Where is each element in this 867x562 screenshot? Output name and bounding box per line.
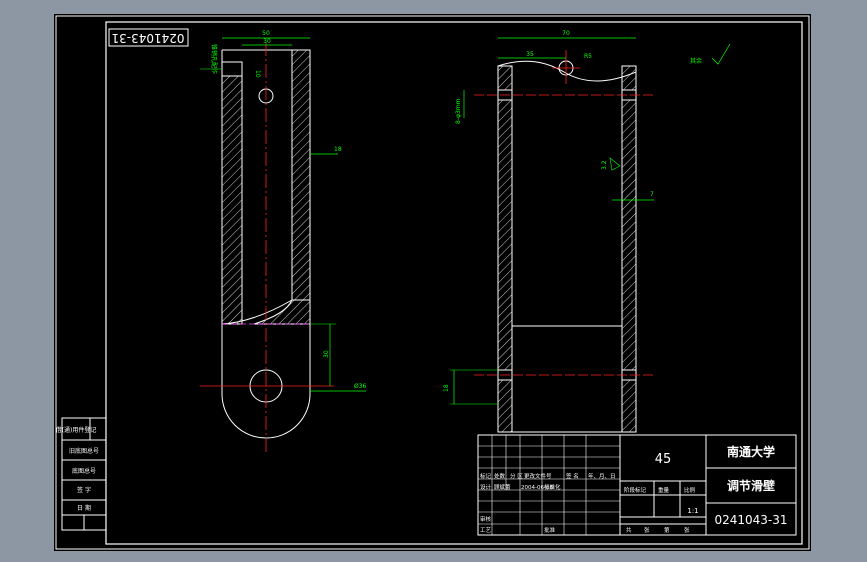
left-stamp-table: 借(通)用件登记 旧底图总号 底图总号 签 字 日 期 <box>56 417 107 531</box>
outer-border <box>55 15 810 550</box>
svg-text:35: 35 <box>526 51 534 58</box>
svg-text:张: 张 <box>644 526 650 534</box>
svg-text:更改文件号: 更改文件号 <box>524 472 552 480</box>
title-block: 45 南通大学 调节滑壁 0241043-31 1:1 标记 处数 分 区 更改… <box>477 434 797 536</box>
svg-text:批准: 批准 <box>544 526 556 534</box>
svg-text:7: 7 <box>650 191 654 198</box>
svg-text:第: 第 <box>664 526 670 534</box>
dim-hole: 10 <box>254 70 261 78</box>
svg-text:旧底图总号: 旧底图总号 <box>69 447 99 455</box>
left-view: 50 30 18 30 Ø36 锥销孔配作 10 <box>200 30 367 454</box>
svg-text:重量: 重量 <box>658 486 670 494</box>
note-taper-pin: 锥销孔配作 <box>210 44 218 74</box>
svg-text:标记: 标记 <box>480 472 492 480</box>
svg-text:借(通)用件登记: 借(通)用件登记 <box>56 426 97 434</box>
dim-depth: 18 <box>334 146 342 153</box>
material: 45 <box>655 452 672 467</box>
scale: 1:1 <box>687 507 698 515</box>
right-view: 70 35 R5 8-φ3mm 7 18 3.2 其余 <box>443 30 731 433</box>
svg-text:阶段标记: 阶段标记 <box>624 486 647 494</box>
school-name: 南通大学 <box>727 444 775 459</box>
svg-text:比例: 比例 <box>684 486 696 494</box>
dim-right-width: 70 <box>562 30 570 37</box>
svg-text:签 名: 签 名 <box>566 472 579 480</box>
part-name: 调节滑壁 <box>727 478 775 493</box>
svg-text:分 区: 分 区 <box>510 472 523 480</box>
svg-text:处数: 处数 <box>494 472 506 480</box>
svg-text:日 期: 日 期 <box>77 504 91 512</box>
drawing-sheet: 0241043-31 借(通)用件登记 旧底图总号 底图总号 签 字 日 期 5… <box>54 14 811 551</box>
svg-text:共: 共 <box>626 526 632 534</box>
svg-text:3.2: 3.2 <box>601 160 608 170</box>
svg-text:签 字: 签 字 <box>77 486 91 494</box>
roughness-symbol <box>711 43 731 65</box>
dim-width-inner: 30 <box>263 38 271 45</box>
svg-text:张: 张 <box>684 526 690 534</box>
drawing-number: 0241043-31 <box>714 513 787 527</box>
svg-text:工艺: 工艺 <box>480 527 492 534</box>
svg-text:年、月、日: 年、月、日 <box>588 472 616 480</box>
svg-text:18: 18 <box>443 384 450 392</box>
svg-text:底图总号: 底图总号 <box>72 467 96 475</box>
svg-text:设计: 设计 <box>480 483 492 491</box>
svg-text:8-φ3mm: 8-φ3mm <box>455 98 462 124</box>
inner-border <box>105 21 803 545</box>
dim-bore: Ø36 <box>354 383 367 390</box>
svg-text:审核: 审核 <box>480 515 492 523</box>
svg-text:R5: R5 <box>584 53 592 60</box>
dim-bottom: 30 <box>323 350 330 358</box>
roughness-note: 其余 <box>690 57 702 65</box>
rotated-stamp-text: 0241043-31 <box>111 31 184 45</box>
svg-text:顾斌蕾: 顾斌蕾 <box>494 483 511 491</box>
cad-drawing: 0241043-31 借(通)用件登记 旧底图总号 底图总号 签 字 日 期 5… <box>55 15 810 550</box>
dim-width-total: 50 <box>262 30 270 37</box>
svg-text:标准化: 标准化 <box>544 483 561 491</box>
